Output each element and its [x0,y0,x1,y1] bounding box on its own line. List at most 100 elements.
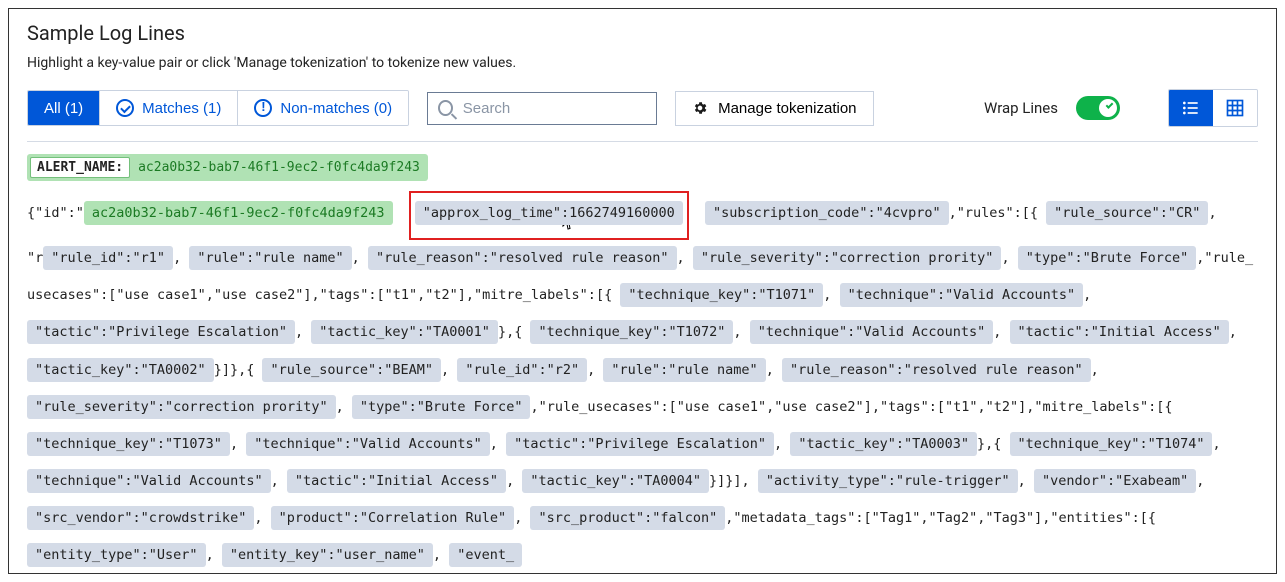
log-text: , [993,324,1001,340]
divider [27,141,1258,142]
sample-log-lines-panel: Sample Log Lines Highlight a key-value p… [8,8,1277,574]
alert-name-key: ALERT_NAME: [30,157,130,178]
token-type[interactable]: "type":"Brute Force" [1018,246,1197,270]
search-input[interactable] [461,99,646,118]
page-title: Sample Log Lines [27,21,1258,45]
token-tactic[interactable]: "tactic":"Initial Access" [1010,320,1229,344]
log-line[interactable]: {"id":"ac2a0b32-bab7-46f1-9ec2-f0fc4da9f… [27,191,1258,574]
log-text: , [1018,473,1026,489]
log-text: , [506,473,514,489]
token-activity-type[interactable]: "activity_type":"rule-trigger" [758,469,1018,493]
token-tactic-key[interactable]: "tactic_key":"TA0004" [522,469,709,493]
search-icon [438,100,453,116]
token-rule[interactable]: "rule":"rule name" [603,358,765,382]
wrap-lines-toggle[interactable] [1076,96,1120,120]
token-id[interactable]: ac2a0b32-bab7-46f1-9ec2-f0fc4da9f243 [84,201,393,225]
view-list-button[interactable] [1169,90,1213,126]
log-text: , [766,362,774,378]
log-text: , [433,547,441,563]
highlighted-token[interactable]: "approx_log_time":1662749160000 [409,191,689,240]
token-tactic-key[interactable]: "tactic_key":"TA0001" [311,320,498,344]
token-rule-reason[interactable]: "rule_reason":"resolved rule reason" [782,358,1091,382]
token-src-vendor[interactable]: "src_vendor":"crowdstrike" [27,506,254,530]
token-entity-type[interactable]: "entity_type":"User" [27,543,206,567]
log-text: , [1091,362,1099,378]
log-text: ,"rules":[{ [949,205,1038,221]
tab-nonmatches[interactable]: Non-matches (0) [238,91,408,125]
search-box[interactable] [427,92,657,125]
token-src-product[interactable]: "src_product":"falcon" [530,506,725,530]
page-subtitle: Highlight a key-value pair or click 'Man… [27,55,1258,71]
token-tactic[interactable]: "tactic":"Privilege Escalation" [27,320,295,344]
token-rule-source[interactable]: "rule_source":"BEAM" [262,358,441,382]
token-technique-key[interactable]: "technique_key":"T1073" [27,432,230,456]
check-circle-icon [116,99,134,117]
token-vendor[interactable]: "vendor":"Exabeam" [1034,469,1196,493]
token-technique[interactable]: "technique":"Valid Accounts" [246,432,490,456]
log-text: , [1196,473,1204,489]
log-text: , [587,362,595,378]
token-tactic[interactable]: "tactic":"Privilege Escalation" [506,432,774,456]
log-text: , [1001,250,1009,266]
log-text: , [271,473,279,489]
view-grid-button[interactable] [1213,90,1257,126]
log-text: , [1229,324,1237,340]
log-text: },{ [977,436,1001,452]
token-rule-id[interactable]: "rule_id":"r2" [457,358,587,382]
token-rule-severity[interactable]: "rule_severity":"correction prority" [27,395,336,419]
tab-matches-label: Matches (1) [142,100,221,117]
token-type[interactable]: "type":"Brute Force" [352,395,531,419]
token-technique[interactable]: "technique":"Valid Accounts" [840,283,1084,307]
tab-matches[interactable]: Matches (1) [100,91,238,125]
token-tactic[interactable]: "tactic":"Initial Access" [287,469,506,493]
filter-tabs: All (1) Matches (1) Non-matches (0) [27,90,409,126]
log-text: , [230,436,238,452]
log-text: ,"rule_usecases":["use case1","use case2… [530,399,1172,415]
token-rule-source[interactable]: "rule_source":"CR" [1046,201,1208,225]
token-rule-id[interactable]: "rule_id":"r1" [43,246,173,270]
alert-name-chip[interactable]: ALERT_NAME: ac2a0b32-bab7-46f1-9ec2-f0fc… [27,154,428,181]
grid-icon [1225,98,1245,118]
token-product[interactable]: "product":"Correlation Rule" [271,506,515,530]
toolbar: All (1) Matches (1) Non-matches (0) Mana… [27,89,1258,127]
log-text: , [441,362,449,378]
log-text: , [254,510,262,526]
log-text: , [733,324,741,340]
alert-name-value: ac2a0b32-bab7-46f1-9ec2-f0fc4da9f243 [138,160,420,175]
wrap-lines-label: Wrap Lines [984,99,1058,117]
token-technique[interactable]: "technique":"Valid Accounts" [27,469,271,493]
log-text: , [774,436,782,452]
log-text: },{ [498,324,522,340]
tab-nonmatches-label: Non-matches (0) [280,100,392,117]
log-text: , [490,436,498,452]
manage-tokenization-button[interactable]: Manage tokenization [675,91,873,126]
token-technique-key[interactable]: "technique_key":"T1071" [620,283,823,307]
log-text: , [1083,287,1091,303]
token-rule[interactable]: "rule":"rule name" [189,246,351,270]
token-tactic-key[interactable]: "tactic_key":"TA0003" [790,432,977,456]
view-mode-toggle [1168,89,1258,127]
log-text: , [677,250,685,266]
tab-all[interactable]: All (1) [28,91,100,125]
token-technique[interactable]: "technique":"Valid Accounts" [750,320,994,344]
log-text: , [336,399,344,415]
token-technique-key[interactable]: "technique_key":"T1074" [1010,432,1213,456]
log-text: , [514,510,522,526]
alert-name-chip-row: ALERT_NAME: ac2a0b32-bab7-46f1-9ec2-f0fc… [27,154,1258,181]
token-event[interactable]: "event_ [449,543,522,567]
alert-circle-icon [254,99,272,117]
list-icon [1181,98,1201,118]
token-subscription-code[interactable]: "subscription_code":"4cvpro" [705,201,949,225]
log-text: {"id":" [27,205,84,221]
log-text: , [1212,436,1220,452]
log-text: , [173,250,181,266]
token-approx-log-time[interactable]: "approx_log_time":1662749160000 [415,201,683,225]
token-tactic-key[interactable]: "tactic_key":"TA0002" [27,358,214,382]
manage-tokenization-label: Manage tokenization [718,100,856,117]
log-text: , [206,547,214,563]
token-rule-reason[interactable]: "rule_reason":"resolved rule reason" [368,246,677,270]
token-entity-key[interactable]: "entity_key":"user_name" [222,543,433,567]
token-rule-severity[interactable]: "rule_severity":"correction prority" [693,246,1002,270]
token-technique-key[interactable]: "technique_key":"T1072" [530,320,733,344]
log-text: , [295,324,303,340]
